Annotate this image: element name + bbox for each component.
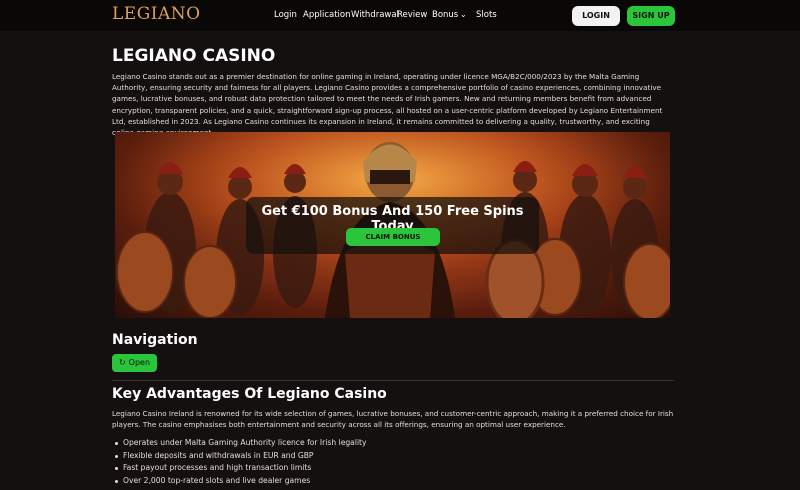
nav-link-withdrawal[interactable]: Withdrawal [351, 10, 399, 20]
list-item: Operates under Malta Gaming Authority li… [114, 437, 367, 450]
page-title: LEGIANO CASINO [112, 46, 276, 66]
refresh-icon: ↻ [118, 358, 126, 367]
nav-link-review[interactable]: Review [397, 10, 432, 20]
nav-link-bonus[interactable]: Bonus [432, 10, 458, 20]
nav-link-slots[interactable]: Slots [476, 10, 497, 20]
advantages-paragraph: Legiano Casino Ireland is renowned for i… [112, 409, 674, 429]
navigation-heading: Navigation [112, 332, 198, 348]
nav-link-application[interactable]: Application [302, 10, 351, 20]
signup-button[interactable]: SIGN UP [627, 6, 675, 26]
chevron-down-icon[interactable]: ⌄ [458, 10, 476, 20]
claim-bonus-button[interactable]: CLAIM BONUS [346, 228, 440, 246]
list-item: Over 2,000 top-rated slots and live deal… [114, 475, 367, 488]
section-divider [112, 380, 674, 381]
open-label: Open [128, 358, 151, 367]
list-item: Fast payout processes and high transacti… [114, 462, 367, 475]
open-navigation-button[interactable]: ↻ Open [112, 354, 157, 372]
site-logo[interactable]: LEGIANO [112, 4, 201, 24]
advantages-heading: Key Advantages Of Legiano Casino [112, 386, 387, 402]
main-nav: Login Application Withdrawal Review Bonu… [274, 10, 497, 20]
intro-paragraph: Legiano Casino stands out as a premier d… [112, 72, 663, 137]
advantages-list: Operates under Malta Gaming Authority li… [114, 437, 367, 487]
list-item: Flexible deposits and withdrawals in EUR… [114, 450, 367, 463]
login-button[interactable]: LOGIN [572, 6, 620, 26]
nav-link-login[interactable]: Login [274, 10, 302, 20]
